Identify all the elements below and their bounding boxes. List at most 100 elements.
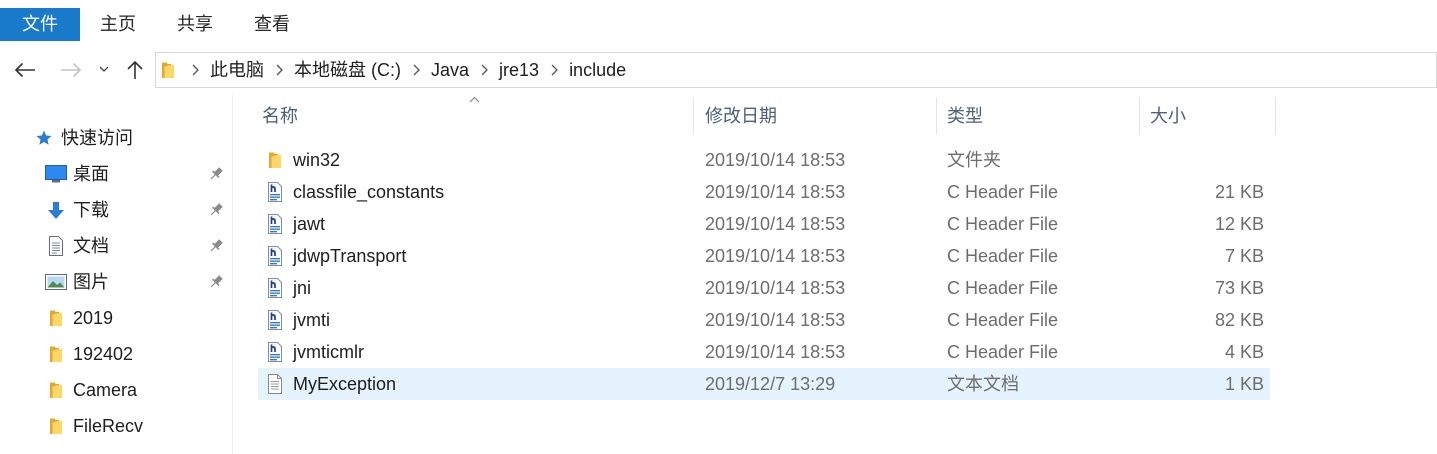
folder-icon [45,372,67,408]
file-row-highlighted[interactable]: MyException 2019/12/7 13:29 文本文档 1 KB [258,368,1270,400]
nav-item-pictures[interactable]: 图片 [0,264,232,300]
up-button[interactable] [126,60,144,80]
tab-file[interactable]: 文件 [0,8,80,41]
file-type: C Header File [947,214,1059,234]
tab-view[interactable]: 查看 [236,8,308,41]
file-name: classfile_constants [293,182,445,202]
folder-icon [266,144,284,176]
file-type: C Header File [947,182,1059,202]
address-bar[interactable]: 此电脑 本地磁盘 (C:) Java jre13 include [155,52,1437,88]
file-type: C Header File [947,310,1059,330]
file-name: jvmticmlr [293,342,364,362]
nav-item-documents[interactable]: 文档 [0,228,232,264]
chevron-right-icon[interactable] [469,53,499,87]
column-header-name[interactable]: 名称 [258,97,694,135]
header-file-icon [266,176,284,208]
file-list[interactable]: 名称 修改日期 类型 大小 win32 2019/10/14 18:53 文件夹… [233,95,1437,454]
file-row[interactable]: win32 2019/10/14 18:53 文件夹 [258,144,1270,176]
folder-icon [45,408,67,444]
ribbon-tab-bar: 文件 主页 共享 查看 [0,0,1437,46]
file-name: jvmti [293,310,330,330]
recent-locations-button[interactable] [99,66,109,73]
navigation-pane: 快速访问 桌面 下载 文档 图片 2019 192402 Camera File… [0,95,233,454]
nav-item-downloads[interactable]: 下载 [0,192,232,228]
file-name: win32 [293,150,341,170]
file-row[interactable]: jvmticmlr 2019/10/14 18:53 C Header File… [258,336,1270,368]
pin-icon[interactable] [208,166,224,182]
nav-item-label: 桌面 [73,164,109,184]
file-type: C Header File [947,342,1059,362]
header-file-icon [266,272,284,304]
chevron-right-icon[interactable] [539,53,569,87]
file-row[interactable]: classfile_constants 2019/10/14 18:53 C H… [258,176,1270,208]
chevron-right-icon[interactable] [264,53,294,87]
file-type: C Header File [947,246,1059,266]
nav-item-label: 下载 [73,200,109,220]
folder-icon [45,300,67,336]
column-header-size[interactable]: 大小 [1140,97,1276,135]
file-modified: 2019/10/14 18:53 [705,246,846,266]
file-size: 21 KB [1214,182,1264,202]
column-header-modified[interactable]: 修改日期 [694,97,937,135]
pictures-icon [45,264,67,300]
file-size: 73 KB [1214,278,1264,298]
documents-icon [45,228,67,264]
breadcrumb-java[interactable]: Java [431,53,469,87]
arrow-up-icon [126,60,144,80]
file-row[interactable]: jvmti 2019/10/14 18:53 C Header File 82 … [258,304,1270,336]
forward-button[interactable] [60,62,82,78]
file-modified: 2019/10/14 18:53 [705,342,846,362]
nav-item-label: 快速访问 [61,128,133,148]
column-header-type[interactable]: 类型 [937,97,1140,135]
file-type: 文件夹 [947,150,1001,170]
pin-icon[interactable] [208,238,224,254]
nav-item-label: 图片 [73,272,109,292]
text-file-icon [266,368,284,400]
breadcrumb-this-pc[interactable]: 此电脑 [210,53,264,87]
file-modified: 2019/12/7 13:29 [705,374,836,394]
breadcrumb-jre13[interactable]: jre13 [499,53,539,87]
header-file-icon [266,336,284,368]
chevron-down-icon [99,66,109,73]
file-name: jawt [293,214,326,234]
file-type: 文本文档 [947,374,1019,394]
file-row[interactable]: jni 2019/10/14 18:53 C Header File 73 KB [258,272,1270,304]
tab-share[interactable]: 共享 [159,8,231,41]
nav-item-label: 2019 [73,308,114,328]
header-file-icon [266,304,284,336]
tab-home[interactable]: 主页 [82,8,154,41]
nav-item-label: 192402 [73,344,134,364]
header-file-icon [266,208,284,240]
arrow-right-icon [60,62,82,78]
chevron-right-icon[interactable] [401,53,431,87]
nav-item-quick-access[interactable]: 快速访问 [0,120,232,156]
file-row[interactable]: jdwpTransport 2019/10/14 18:53 C Header … [258,240,1270,272]
back-button[interactable] [14,62,36,78]
nav-item-camera[interactable]: Camera [0,372,232,408]
file-name: jni [293,278,312,298]
file-row[interactable]: jawt 2019/10/14 18:53 C Header File 12 K… [258,208,1270,240]
file-modified: 2019/10/14 18:53 [705,214,846,234]
folder-icon [45,336,67,372]
header-file-icon [266,240,284,272]
file-size: 7 KB [1224,246,1264,266]
nav-item-label: FileRecv [73,416,144,436]
file-modified: 2019/10/14 18:53 [705,278,846,298]
chevron-right-icon[interactable] [180,53,210,87]
nav-item-desktop[interactable]: 桌面 [0,156,232,192]
nav-item-2019[interactable]: 2019 [0,300,232,336]
pin-icon[interactable] [208,202,224,218]
nav-item-label: 文档 [73,236,109,256]
star-icon [35,120,53,156]
download-icon [45,192,67,228]
file-size: 12 KB [1214,214,1264,234]
pin-icon[interactable] [208,274,224,290]
breadcrumb-include[interactable]: include [569,53,626,87]
nav-item-label: Camera [73,380,138,400]
desktop-icon [45,156,67,192]
file-size: 1 KB [1224,374,1264,394]
folder-icon [161,60,180,80]
breadcrumb-local-disk[interactable]: 本地磁盘 (C:) [294,53,401,87]
nav-item-192402[interactable]: 192402 [0,336,232,372]
nav-item-filerecv[interactable]: FileRecv [0,408,232,444]
